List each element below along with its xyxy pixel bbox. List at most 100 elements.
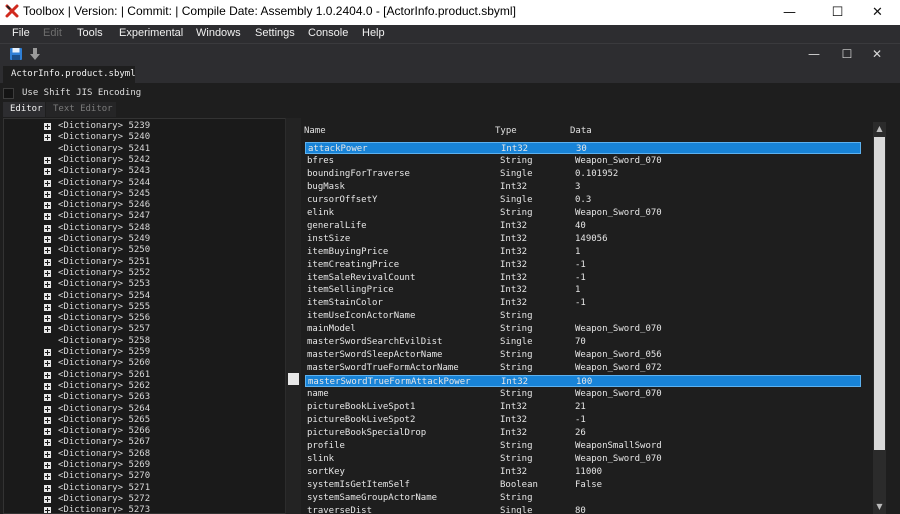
menu-settings[interactable]: Settings [255,27,295,39]
menu-file[interactable]: File [12,27,30,39]
expand-plus-icon[interactable] [44,179,51,187]
tree-item[interactable]: <Dictionary> 5271 [4,483,284,494]
table-row[interactable]: masterSwordTrueFormActorName String Weapon… [305,362,861,374]
mdi-maximize-button[interactable]: ☐ [838,45,856,63]
shift-jis-checkbox[interactable] [3,87,14,99]
expand-plus-icon[interactable] [44,247,51,255]
tree-item[interactable]: <Dictionary> 5256 [4,313,284,324]
tree-item[interactable]: <Dictionary> 5264 [4,404,284,415]
tree-item[interactable]: <Dictionary> 5255 [4,302,284,313]
tree-item[interactable]: <Dictionary> 5267 [4,437,284,448]
tree-item[interactable]: <Dictionary> 5262 [4,381,284,392]
expand-plus-icon[interactable] [44,416,51,424]
table-row[interactable]: bfres String Weapon_Sword_070 [305,155,861,167]
tree-item[interactable]: <Dictionary> 5253 [4,279,284,290]
expand-plus-icon[interactable] [44,292,51,300]
column-header-name[interactable]: Name [304,126,326,136]
mdi-minimize-button[interactable]: — [805,45,823,63]
maximize-button[interactable]: ☐ [815,0,860,25]
table-row[interactable]: cursorOffsetY Single 0.3 [305,194,861,206]
expand-plus-icon[interactable] [44,123,51,130]
tree-item[interactable]: <Dictionary> 5260 [4,358,284,369]
tree-item[interactable]: <Dictionary> 5259 [4,347,284,358]
menu-windows[interactable]: Windows [196,27,241,39]
menu-tools[interactable]: Tools [77,27,103,39]
download-arrow-icon[interactable] [28,47,42,61]
tree-item[interactable]: <Dictionary> 5257 [4,324,284,335]
expand-plus-icon[interactable] [44,303,51,311]
tab-text-editor[interactable]: Text Editor [46,102,116,117]
table-row[interactable]: systemSameGroupActorName String [305,492,861,504]
tree-item[interactable]: <Dictionary> 5246 [4,200,284,211]
table-row[interactable]: mainModel String Weapon_Sword_070 [305,323,861,335]
expand-plus-icon[interactable] [44,258,51,266]
menu-help[interactable]: Help [362,27,385,39]
table-row[interactable]: itemSaleRevivalCount Int32 -1 [305,272,861,284]
expand-plus-icon[interactable] [44,371,51,379]
expand-plus-icon[interactable] [44,190,51,198]
table-row[interactable]: pictureBookSpecialDrop Int32 26 [305,427,861,439]
shift-jis-label[interactable]: Use Shift JIS Encoding [22,88,141,98]
table-row[interactable]: instSize Int32 149056 [305,233,861,245]
tree-item[interactable]: <Dictionary> 5266 [4,426,284,437]
tree-item[interactable]: <Dictionary> 5243 [4,166,284,177]
expand-plus-icon[interactable] [44,281,51,289]
minimize-button[interactable]: — [767,0,812,25]
scroll-down-arrow-icon[interactable]: ▼ [873,500,886,514]
menu-experimental[interactable]: Experimental [119,27,183,39]
table-row[interactable]: pictureBookLiveSpot2 Int32 -1 [305,414,861,426]
tree-item[interactable]: <Dictionary> 5258 [4,336,284,347]
menu-edit[interactable]: Edit [43,27,62,39]
expand-plus-icon[interactable] [44,394,51,402]
expand-plus-icon[interactable] [44,349,51,356]
tree-item[interactable]: <Dictionary> 5269 [4,460,284,471]
expand-plus-icon[interactable] [44,236,51,243]
table-row[interactable]: masterSwordSleepActorName String Weapon_Sw… [305,349,861,361]
table-row[interactable]: itemUseIconActorName String [305,310,861,322]
document-tab[interactable]: ActorInfo.product.sbyml [3,66,136,83]
table-row[interactable]: traverseDist Single 80 [305,505,861,514]
tree-item[interactable]: <Dictionary> 5252 [4,268,284,279]
table-row[interactable]: masterSwordSearchEvilDist Single 70 [305,336,861,348]
expand-plus-icon[interactable] [44,269,51,277]
tree-item[interactable]: <Dictionary> 5263 [4,392,284,403]
tree-item[interactable]: <Dictionary> 5254 [4,291,284,302]
expand-plus-icon[interactable] [44,168,51,176]
expand-plus-icon[interactable] [44,439,51,447]
expand-plus-icon[interactable] [44,382,51,390]
expand-plus-icon[interactable] [44,315,51,323]
table-row[interactable]: elink String Weapon_Sword_070 [305,207,861,219]
tree-item[interactable]: <Dictionary> 5270 [4,471,284,482]
table-row[interactable]: bugMask Int32 3 [305,181,861,193]
mdi-close-button[interactable]: ✕ [868,45,886,63]
table-row[interactable]: itemSellingPrice Int32 1 [305,284,861,296]
scroll-up-arrow-icon[interactable]: ▲ [873,122,886,136]
tree-item[interactable]: <Dictionary> 5241 [4,144,284,155]
tree-item[interactable]: <Dictionary> 5248 [4,223,284,234]
expand-plus-icon[interactable] [44,462,51,469]
table-row[interactable]: boundingForTraverse Single 0.101952 [305,168,861,180]
tree-item[interactable]: <Dictionary> 5268 [4,449,284,460]
expand-plus-icon[interactable] [44,473,51,481]
column-header-type[interactable]: Type [495,126,517,136]
table-row[interactable]: generalLife Int32 40 [305,220,861,232]
expand-plus-icon[interactable] [44,495,51,503]
expand-plus-icon[interactable] [44,507,51,513]
table-row[interactable]: itemCreatingPrice Int32 -1 [305,259,861,271]
table-row[interactable]: itemBuyingPrice Int32 1 [305,246,861,258]
tree-item[interactable]: <Dictionary> 5239 [4,121,284,132]
tree-item[interactable]: <Dictionary> 5244 [4,178,284,189]
tree-item[interactable]: <Dictionary> 5247 [4,211,284,222]
table-row[interactable]: name String Weapon_Sword_070 [305,388,861,400]
tree-item[interactable]: <Dictionary> 5261 [4,370,284,381]
expand-plus-icon[interactable] [44,484,51,492]
expand-plus-icon[interactable] [44,360,51,368]
tab-editor[interactable]: Editor [3,102,45,117]
expand-plus-icon[interactable] [44,224,51,232]
expand-plus-icon[interactable] [44,428,51,436]
tree-item[interactable]: <Dictionary> 5272 [4,494,284,505]
expand-plus-icon[interactable] [44,156,51,164]
tree-item[interactable]: <Dictionary> 5249 [4,234,284,245]
table-row[interactable]: attackPower Int32 30 [305,142,861,154]
tree-scrollbar[interactable] [285,118,301,514]
